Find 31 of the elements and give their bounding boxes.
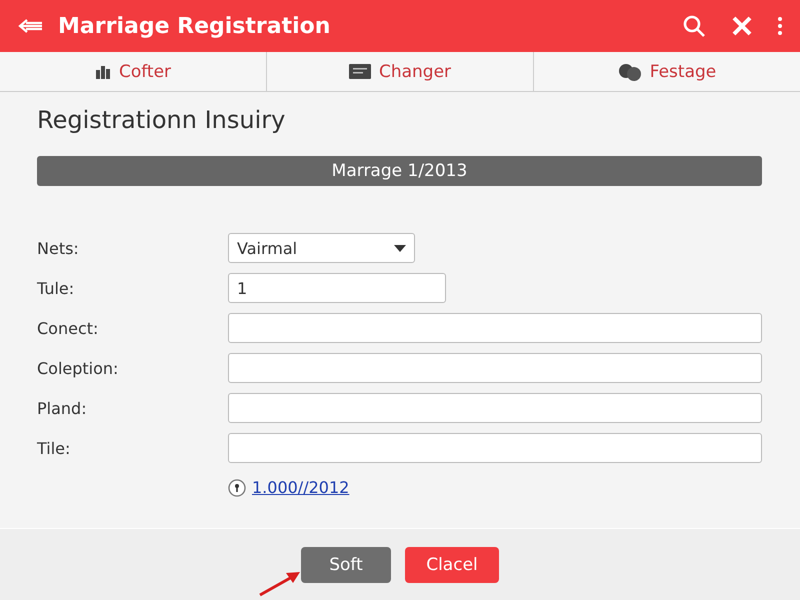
bar-chart-icon: [94, 64, 111, 80]
tab[interactable]: Festage: [534, 52, 800, 91]
field-label: Pland:: [37, 398, 88, 418]
back-icon[interactable]: [18, 18, 44, 34]
section-bar: Marrage 1/2013: [37, 156, 762, 186]
input-field[interactable]: 1: [228, 273, 446, 303]
field-label: Tule:: [37, 278, 76, 298]
dropdown[interactable]: Vairmal: [228, 233, 415, 263]
tab[interactable]: Cofter: [0, 52, 267, 91]
close-icon[interactable]: [732, 16, 752, 36]
input-field[interactable]: [228, 353, 762, 383]
action-button[interactable]: Soft: [301, 546, 391, 582]
card-icon: [348, 64, 371, 79]
input-field[interactable]: [228, 433, 762, 463]
more-menu-icon[interactable]: [778, 17, 782, 35]
caret-icon: [394, 244, 406, 252]
field-label: Tile:: [37, 438, 72, 458]
date-link[interactable]: 1.000//2012: [252, 478, 350, 497]
input-field[interactable]: [228, 313, 762, 343]
input-field[interactable]: [228, 393, 762, 423]
field-label: Coleption:: [37, 358, 120, 378]
action-button[interactable]: Clacel: [405, 546, 499, 582]
tab[interactable]: Changer: [267, 52, 534, 91]
field-label: Conect:: [37, 318, 100, 338]
pointer-arrow: [258, 569, 302, 597]
chat-bubbles-icon: [618, 62, 642, 80]
field-label: Nets:: [37, 238, 80, 258]
info-icon: [228, 478, 246, 496]
header-title: Marriage Registration: [58, 14, 332, 38]
page-heading: Registrationn Insuiry: [37, 106, 286, 134]
search-icon[interactable]: [682, 14, 706, 38]
